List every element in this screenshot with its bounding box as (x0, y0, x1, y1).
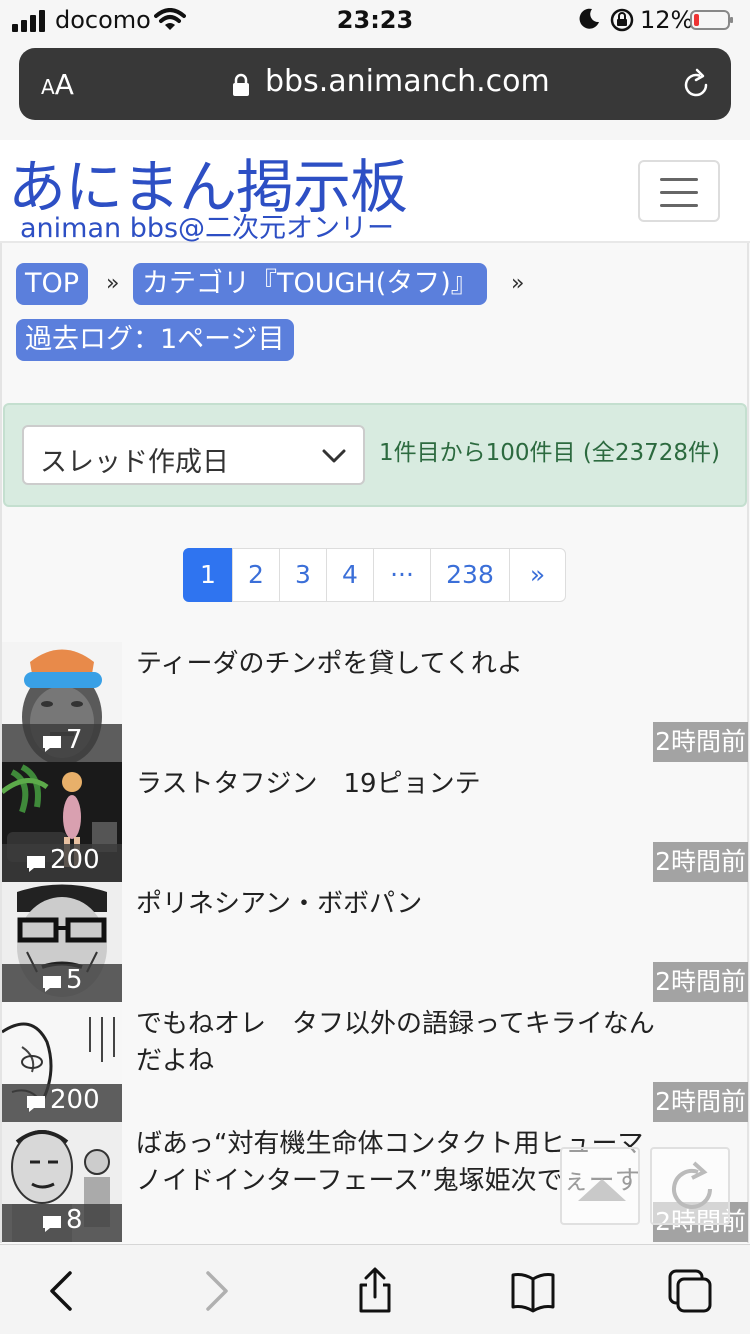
site-header: あにまん掲示板 animan bbs@二次元オンリー (0, 140, 750, 244)
breadcrumb-top[interactable]: TOP (16, 263, 89, 305)
breadcrumb-separator: » (106, 271, 120, 296)
comment-icon (27, 856, 45, 872)
forward-icon[interactable] (192, 1267, 240, 1315)
time-badge: 2時間前 (653, 842, 748, 882)
text-size-button[interactable]: AA (41, 68, 74, 101)
reply-bar: 200 (2, 844, 122, 882)
bookmarks-icon[interactable] (509, 1267, 557, 1315)
pagination: 1 2 3 4 ··· 238 » (183, 548, 566, 602)
hamburger-icon (660, 178, 698, 181)
site-tagline: animan bbs@二次元オンリー (20, 213, 395, 244)
refresh-icon (672, 1161, 712, 1209)
share-icon[interactable] (351, 1267, 399, 1315)
time-badge: 2時間前 (653, 1082, 748, 1122)
thread-thumbnail: 8 (2, 1122, 122, 1242)
comment-icon (43, 1216, 61, 1232)
thread-thumbnail: 5 (2, 882, 122, 1002)
reply-count: 200 (50, 845, 100, 875)
battery-percent: 12% (640, 6, 694, 34)
thread-item[interactable]: 5 ポリネシアン・ボボパン 2時間前 (0, 882, 750, 1002)
breadcrumb-archive[interactable]: 過去ログ：1ページ目 (16, 319, 294, 361)
reload-icon[interactable] (679, 68, 713, 102)
comment-icon (43, 736, 61, 752)
reply-bar: 7 (2, 724, 122, 762)
page-ellipsis: ··· (373, 548, 431, 602)
moon-icon (579, 8, 599, 29)
reply-count: 5 (66, 965, 83, 995)
breadcrumb-category[interactable]: カテゴリ『TOUGH(タフ)』 (133, 263, 487, 305)
refresh-button[interactable] (650, 1147, 730, 1225)
menu-button[interactable] (638, 160, 720, 222)
result-count: 1件目から100件目 (全23728件) (379, 440, 720, 466)
thread-item[interactable]: 200 でもねオレ タフ以外の語録ってキライなんだよね 2時間前 (0, 1002, 750, 1122)
orientation-lock-icon (610, 8, 634, 32)
browser-chrome: AA bbs.animanch.com (0, 40, 750, 140)
comment-icon (27, 1096, 45, 1112)
thread-title[interactable]: ラストタフジン 19ピョンテ (136, 766, 656, 803)
thread-item[interactable]: 7 ティーダのチンポを貸してくれよ 2時間前 (0, 642, 750, 762)
sort-selected-value: スレッド作成日 (40, 447, 229, 478)
comment-icon (43, 976, 61, 992)
clock: 23:23 (336, 6, 414, 34)
reply-bar: 200 (2, 1084, 122, 1122)
chevron-down-icon (322, 449, 346, 463)
address-bar[interactable]: AA bbs.animanch.com (19, 48, 731, 120)
thread-thumbnail: 7 (2, 642, 122, 762)
time-badge: 2時間前 (653, 962, 748, 1002)
scroll-top-button[interactable] (560, 1147, 640, 1225)
thread-thumbnail: 200 (2, 1002, 122, 1122)
status-bar: docomo 23:23 12% (0, 0, 750, 40)
reply-bar: 5 (2, 964, 122, 1002)
page-2[interactable]: 2 (232, 548, 280, 602)
thread-item[interactable]: 200 ラストタフジン 19ピョンテ 2時間前 (0, 762, 750, 882)
page-3[interactable]: 3 (279, 548, 327, 602)
page-4[interactable]: 4 (326, 548, 374, 602)
reply-count: 7 (66, 725, 83, 755)
thread-thumbnail: 200 (2, 762, 122, 882)
thread-title[interactable]: ティーダのチンポを貸してくれよ (136, 646, 656, 683)
breadcrumb-separator: » (511, 271, 525, 296)
page-next[interactable]: » (509, 548, 566, 602)
reply-bar: 8 (2, 1204, 122, 1242)
time-badge: 2時間前 (653, 722, 748, 762)
battery-low-icon (690, 10, 733, 30)
back-icon[interactable] (38, 1267, 86, 1315)
lock-icon (233, 73, 249, 96)
screen: docomo 23:23 12% AA bbs.animanch.com あにま… (0, 0, 750, 1334)
browser-toolbar (0, 1244, 750, 1334)
filter-box: スレッド作成日 1件目から100件目 (全23728件) (3, 403, 747, 507)
thread-title[interactable]: でもねオレ タフ以外の語録ってキライなんだよね (136, 1006, 656, 1080)
sort-select[interactable]: スレッド作成日 (22, 425, 365, 485)
reply-count: 200 (50, 1085, 100, 1115)
page-238[interactable]: 238 (430, 548, 510, 602)
scroll-top-icon (578, 1179, 626, 1201)
reply-count: 8 (66, 1205, 83, 1235)
url-text[interactable]: bbs.animanch.com (265, 64, 550, 99)
page-1[interactable]: 1 (183, 548, 233, 602)
tabs-icon[interactable] (666, 1267, 714, 1315)
thread-title[interactable]: ポリネシアン・ボボパン (136, 886, 656, 923)
